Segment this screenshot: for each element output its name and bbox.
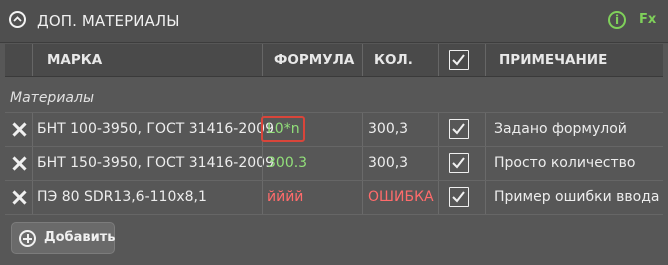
cell-divider — [362, 147, 363, 180]
table-header: МАРКА ФОРМУЛА КОЛ. ПРИМЕЧАНИЕ — [5, 44, 663, 77]
row-checkbox[interactable] — [449, 187, 469, 207]
column-divider — [262, 44, 263, 76]
row-divider — [5, 214, 663, 215]
cell-divider — [438, 147, 439, 180]
cell-divider — [32, 181, 33, 214]
column-header-formula[interactable]: ФОРМУЛА — [274, 44, 354, 76]
qty-cell-error: ОШИБКА — [368, 189, 434, 205]
cell-divider — [485, 181, 486, 214]
cell-divider — [485, 113, 486, 146]
qty-cell: 300,3 — [368, 121, 409, 137]
marka-cell[interactable]: БНТ 150-3950, ГОСТ 31416-2009 — [37, 147, 274, 180]
marka-cell[interactable]: БНТ 100-3950, ГОСТ 31416-2009 — [37, 113, 274, 146]
column-divider — [438, 44, 439, 76]
panel-title: ДОП. МАТЕРИАЛЫ — [37, 12, 180, 30]
table-row: БНТ 100-3950, ГОСТ 31416-2009 L0*n 300,3… — [5, 113, 663, 146]
cell-divider — [362, 113, 363, 146]
note-cell[interactable]: Пример ошибки ввода — [494, 181, 659, 214]
delete-row-icon[interactable] — [12, 190, 27, 205]
column-divider — [362, 44, 363, 76]
formula-input[interactable]: йййй — [267, 181, 303, 214]
cell-divider — [362, 181, 363, 214]
formula-input[interactable]: L0*n — [267, 113, 300, 146]
note-cell[interactable]: Задано формулой — [494, 113, 627, 146]
qty-cell: 300,3 — [368, 155, 409, 171]
cell-divider — [438, 181, 439, 214]
cell-divider — [262, 181, 263, 214]
group-label: Материалы — [10, 90, 94, 106]
delete-row-icon[interactable] — [12, 156, 27, 171]
cell-divider — [32, 147, 33, 180]
cell-divider — [262, 147, 263, 180]
add-button[interactable]: Добавить — [11, 222, 115, 254]
column-header-qty[interactable]: КОЛ. — [374, 44, 413, 76]
table-row: ПЭ 80 SDR13,6-110х8,1 йййй ОШИБКА Пример… — [5, 181, 663, 214]
cell-divider — [32, 113, 33, 146]
fx-button[interactable]: Fx — [639, 12, 656, 27]
row-checkbox[interactable] — [449, 153, 469, 173]
select-all-checkbox[interactable] — [449, 50, 469, 70]
panel-header: ДОП. МАТЕРИАЛЫ i Fx — [0, 0, 668, 43]
formula-input[interactable]: 300.3 — [267, 147, 307, 180]
cell-divider — [438, 113, 439, 146]
table-row: БНТ 150-3950, ГОСТ 31416-2009 300.3 300,… — [5, 147, 663, 180]
materials-panel: ДОП. МАТЕРИАЛЫ i Fx МАРКА ФОРМУЛА КОЛ. П… — [0, 0, 668, 265]
marka-cell[interactable]: ПЭ 80 SDR13,6-110х8,1 — [37, 181, 207, 214]
column-divider — [32, 44, 33, 76]
column-header-marka[interactable]: МАРКА — [47, 44, 102, 76]
row-checkbox[interactable] — [449, 119, 469, 139]
plus-circle-icon — [19, 230, 36, 247]
column-header-note[interactable]: ПРИМЕЧАНИЕ — [499, 44, 607, 76]
add-button-label: Добавить — [44, 230, 116, 245]
delete-row-icon[interactable] — [12, 122, 27, 137]
info-icon[interactable]: i — [608, 11, 626, 29]
note-cell[interactable]: Просто количество — [494, 147, 635, 180]
cell-divider — [485, 147, 486, 180]
collapse-icon[interactable] — [9, 11, 26, 28]
column-divider — [485, 44, 486, 76]
